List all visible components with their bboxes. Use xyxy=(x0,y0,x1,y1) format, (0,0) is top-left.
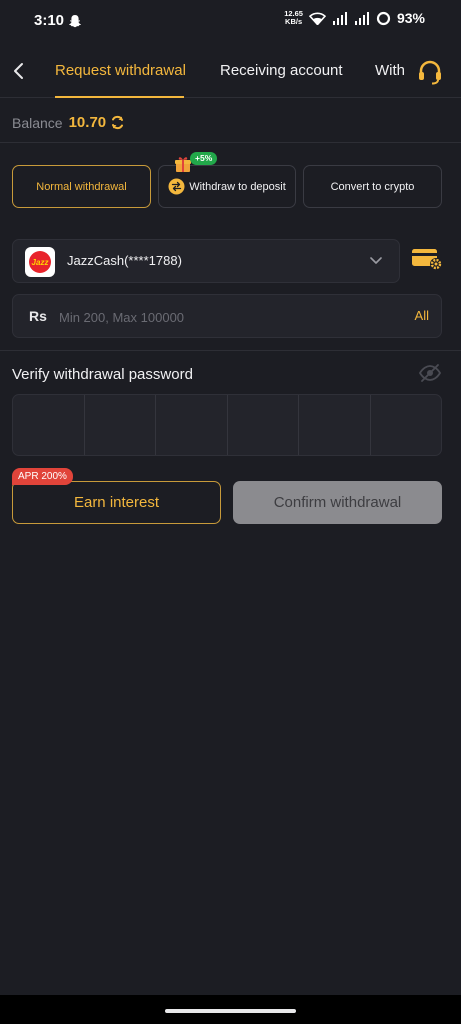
wifi-icon xyxy=(308,11,326,25)
divider xyxy=(0,350,461,351)
amount-field[interactable]: Rs All xyxy=(12,294,442,338)
password-digit-cell[interactable] xyxy=(228,395,299,455)
bonus-badge: +5% xyxy=(190,152,218,165)
balance-label: Balance xyxy=(12,114,63,131)
method-withdraw-to-deposit-label: Withdraw to deposit xyxy=(189,180,286,193)
method-convert-to-crypto[interactable]: Convert to crypto xyxy=(303,165,442,208)
password-digit-cell[interactable] xyxy=(156,395,228,455)
customer-service-headset-icon[interactable] xyxy=(416,58,444,86)
back-arrow-icon[interactable] xyxy=(12,62,26,80)
password-label: Verify withdrawal password xyxy=(12,366,193,383)
signal-icon-1 xyxy=(332,11,347,25)
password-digit-cell[interactable] xyxy=(371,395,442,455)
net-speed: 12.65 KB/s xyxy=(284,9,303,26)
all-amount-button[interactable]: All xyxy=(415,308,429,323)
snapchat-icon xyxy=(69,15,81,28)
balance-row: Balance 10.70 xyxy=(12,114,125,131)
receiving-account-select[interactable]: Jazz JazzCash(****1788) xyxy=(12,239,400,283)
amount-input[interactable] xyxy=(59,303,389,331)
tab-receiving-account[interactable]: Receiving account xyxy=(220,62,343,79)
divider xyxy=(0,142,461,143)
tab-withdrawal-record[interactable]: With xyxy=(375,62,405,79)
account-name: JazzCash(****1788) xyxy=(67,253,182,268)
password-digit-cell[interactable] xyxy=(13,395,85,455)
password-digit-cell[interactable] xyxy=(85,395,156,455)
signal-icon-2 xyxy=(354,11,369,25)
status-time: 3:10 xyxy=(34,12,65,29)
apr-badge: APR 200% xyxy=(12,468,73,485)
password-input[interactable] xyxy=(12,394,442,456)
status-bar: 3:10 12.65 KB/s 93% xyxy=(0,0,461,42)
earn-interest-button[interactable]: Earn interest xyxy=(12,481,221,524)
active-tab-indicator xyxy=(55,96,184,98)
battery-ring-icon xyxy=(376,11,391,25)
tab-bar: Request withdrawal Receiving account Wit… xyxy=(0,42,461,98)
jazzcash-logo: Jazz xyxy=(25,247,55,277)
currency-symbol: Rs xyxy=(29,308,47,324)
status-icons: 12.65 KB/s 93% xyxy=(284,9,425,27)
card-settings-icon[interactable] xyxy=(411,246,443,272)
confirm-withdrawal-button[interactable]: Confirm withdrawal xyxy=(233,481,442,524)
balance-value: 10.70 xyxy=(68,114,107,131)
exchange-icon xyxy=(168,178,185,195)
refresh-icon[interactable] xyxy=(110,115,125,130)
eye-off-icon[interactable] xyxy=(419,364,441,382)
tab-request-withdrawal[interactable]: Request withdrawal xyxy=(55,62,186,79)
home-gesture-bar[interactable] xyxy=(165,1009,296,1013)
method-normal-withdrawal[interactable]: Normal withdrawal xyxy=(12,165,151,208)
password-digit-cell[interactable] xyxy=(299,395,371,455)
battery-level: 93% xyxy=(396,10,425,26)
chevron-down-icon xyxy=(370,257,382,264)
